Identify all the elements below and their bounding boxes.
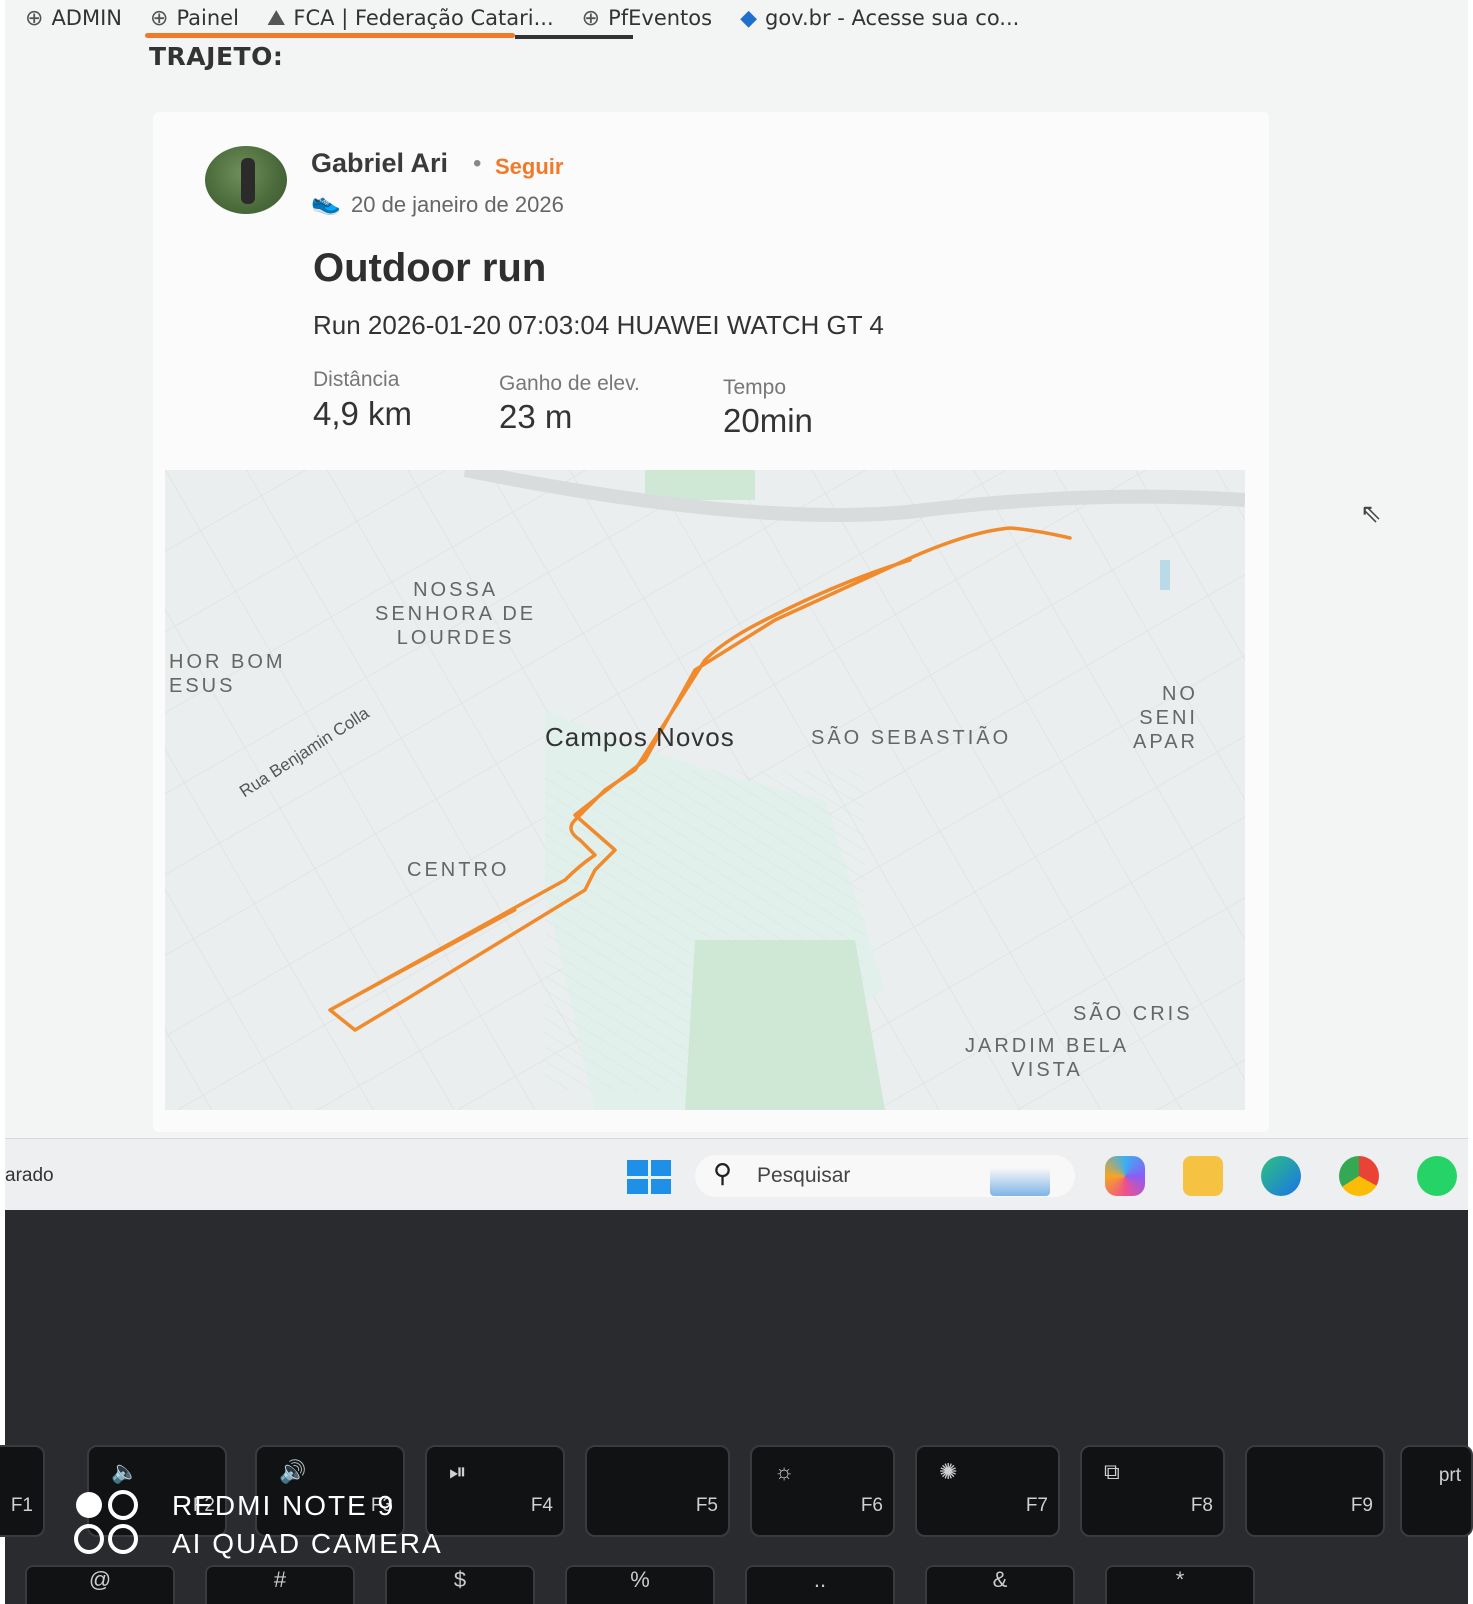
map-label-jardim-bela-vista: JARDIM BELA VISTA <box>965 1035 1130 1081</box>
water-body <box>1160 560 1170 590</box>
tab-indicator <box>515 35 633 39</box>
key-prtsc[interactable]: prt <box>1400 1445 1473 1537</box>
map-label-sao-sebastiao: SÃO SEBASTIÃO <box>811 727 1012 749</box>
file-explorer-icon[interactable] <box>1183 1156 1223 1196</box>
section-title: TRAJETO: <box>149 42 284 71</box>
bookmark-govbr[interactable]: ◆ gov.br - Acesse sua co... <box>740 6 1019 31</box>
key-f1[interactable]: F1 <box>0 1445 45 1537</box>
avatar[interactable] <box>205 146 287 214</box>
camera-lens-icon <box>74 1490 138 1554</box>
stat-label-distance: Distância <box>313 368 400 391</box>
key-f7[interactable]: ✺ F7 <box>915 1445 1060 1537</box>
stat-value-elevation: 23 m <box>499 398 573 435</box>
key-asterisk[interactable]: * <box>1105 1565 1255 1604</box>
key-hash[interactable]: # <box>205 1565 355 1604</box>
taskbar-search-placeholder: Pesquisar <box>757 1164 851 1187</box>
active-tab-indicator <box>145 33 515 38</box>
activity-date: 20 de janeiro de 2026 <box>351 192 564 217</box>
key-dollar[interactable]: $ <box>385 1565 535 1604</box>
bookmarks-bar: ⊕ ADMIN ⊕ Painel ⛰ FCA | Federação Catari..… <box>5 0 1468 36</box>
map-label-centro: CENTRO <box>407 859 510 881</box>
separator-dot: • <box>473 150 482 177</box>
watermark-model: REDMI NOTE 9 <box>172 1490 396 1521</box>
activity-subtitle: Run 2026-01-20 07:03:04 HUAWEI WATCH GT … <box>313 310 884 340</box>
park-area <box>685 940 885 1110</box>
laptop-screen: ⊕ ADMIN ⊕ Painel ⛰ FCA | Federação Catari..… <box>5 0 1468 1210</box>
shoe-icon: 👟 <box>311 189 341 216</box>
stat-label-time: Tempo <box>723 376 787 399</box>
volume-up-icon: 🔊 <box>279 1459 307 1484</box>
windows-start-icon[interactable] <box>627 1160 671 1194</box>
taskbar-weather-text[interactable]: arado <box>5 1165 54 1187</box>
key-f5[interactable]: F5 <box>585 1445 730 1537</box>
map-label-nossa-senhora: NOSSA SENHORA DE LOURDES <box>375 579 537 649</box>
number-key-row: @ # $ % .. & * <box>5 1565 1468 1604</box>
park-area-north <box>645 470 755 500</box>
key-f9[interactable]: F9 <box>1245 1445 1385 1537</box>
copilot-icon[interactable] <box>1105 1156 1145 1196</box>
bookmark-label: FCA | Federação Catari... <box>293 6 554 30</box>
globe-icon: ⊕ <box>25 5 44 31</box>
key-f8[interactable]: ⧉ F8 <box>1080 1445 1225 1537</box>
route-map[interactable]: NOSSA SENHORA DE LOURDES HOR BOM ESUS Ca… <box>165 470 1245 1110</box>
watermark-camera: AI QUAD CAMERA <box>172 1528 443 1559</box>
volume-down-icon: 🔈 <box>111 1459 139 1484</box>
key-f4[interactable]: ⏯ F4 <box>425 1445 565 1537</box>
project-screen-icon: ⧉ <box>1104 1459 1120 1484</box>
key-percent[interactable]: % <box>565 1565 715 1604</box>
chrome-icon[interactable] <box>1339 1156 1379 1196</box>
key-at[interactable]: @ <box>25 1565 175 1604</box>
author-name[interactable]: Gabriel Ari <box>311 148 448 179</box>
fca-icon: ⛰ <box>266 5 286 31</box>
key-ampersand[interactable]: & <box>925 1565 1075 1604</box>
bookmark-label: Painel <box>176 6 239 30</box>
map-label-city: Campos Novos <box>545 722 735 752</box>
bookmark-admin[interactable]: ⊕ ADMIN <box>25 6 122 31</box>
stat-value-distance: 4,9 km <box>313 395 413 432</box>
play-pause-icon: ⏯ <box>449 1459 467 1484</box>
follow-button[interactable]: Seguir <box>495 154 563 180</box>
key-umlaut[interactable]: .. <box>745 1565 895 1604</box>
mouse-cursor-icon: ⇖ <box>1360 498 1382 528</box>
brightness-down-icon: ☼ <box>774 1459 795 1484</box>
stat-value-time: 20min <box>723 402 813 439</box>
govbr-icon: ◆ <box>740 5 757 31</box>
edge-icon[interactable] <box>1261 1156 1301 1196</box>
bookmark-painel[interactable]: ⊕ Painel <box>150 6 239 31</box>
key-f6[interactable]: ☼ F6 <box>750 1445 895 1537</box>
bookmark-fca[interactable]: ⛰ FCA | Federação Catari... <box>267 6 554 31</box>
search-icon: ⚲ <box>713 1158 733 1188</box>
globe-icon: ⊕ <box>581 5 601 31</box>
widgets-skyline-icon[interactable] <box>990 1156 1050 1196</box>
brightness-up-icon: ✺ <box>939 1459 958 1484</box>
stat-label-elevation: Ganho de elev. <box>499 372 640 395</box>
globe-icon: ⊕ <box>150 5 169 31</box>
bookmark-label: gov.br - Acesse sua co... <box>765 6 1020 30</box>
bookmark-pfeventos[interactable]: ⊕ PfEventos <box>582 6 712 31</box>
map-label-no-seni-apar: NO SENI APAR <box>1133 683 1198 753</box>
bookmark-label: ADMIN <box>51 6 122 30</box>
bookmark-label: PfEventos <box>608 6 713 30</box>
map-label-sao-cris: SÃO CRIS <box>1073 1003 1193 1025</box>
whatsapp-icon[interactable] <box>1417 1156 1457 1196</box>
avatar-figure <box>241 158 255 204</box>
activity-title: Outdoor run <box>313 246 547 290</box>
map-label-bom-jesus: HOR BOM ESUS <box>169 651 286 697</box>
